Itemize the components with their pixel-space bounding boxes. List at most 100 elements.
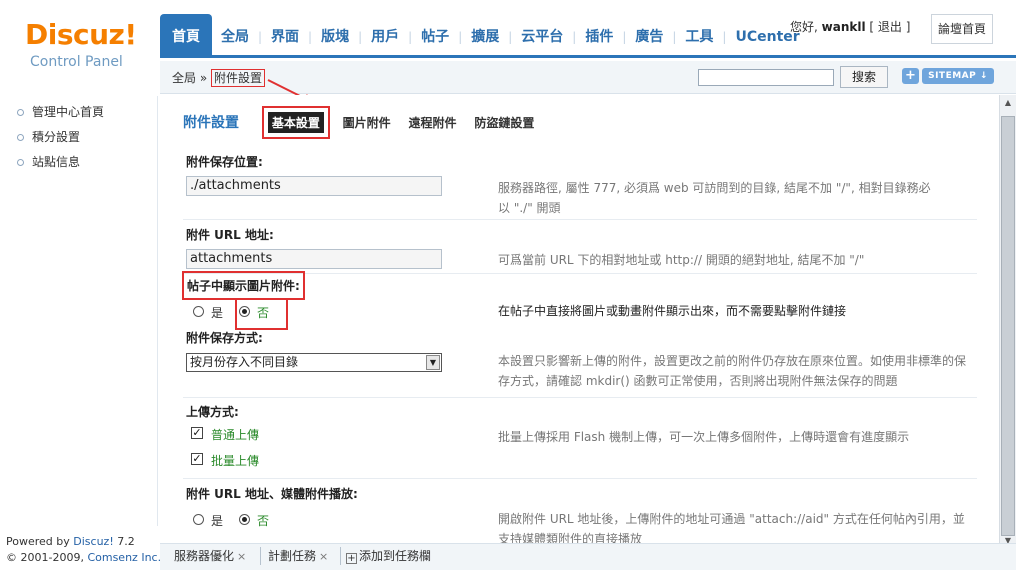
left-sidebar: 管理中心首頁 積分設置 站點信息 [0,96,158,526]
save-method-select[interactable]: 按月份存入不同目錄 ▼ [186,353,442,372]
subtab-anti-leech[interactable]: 防盜鏈設置 [474,114,534,131]
close-icon[interactable]: × [319,550,328,563]
desc-line: 本設置只影響新上傳的附件，設置更改之前的附件仍存放在原來位置。如使用非標準的保 [498,354,967,368]
sidebar-item-admin-home[interactable]: 管理中心首頁 [0,100,157,125]
add-to-taskbar[interactable]: + 添加到任務欄 [346,547,431,565]
task-separator [260,547,261,565]
breadcrumb-root[interactable]: 全局 [172,71,196,85]
url-description: 可爲當前 URL 下的相對地址或 http:// 開頭的絕對地址, 結尾不加 "… [498,253,865,267]
show-images-description: 在帖子中直接將圖片或動畫附件顯示出來，而不需要點擊附件鏈接 [498,304,847,318]
add-to-taskbar-label: 添加到任務欄 [359,549,432,563]
main-tabs: 首頁 全局 | 界面 | 版塊 | 用戶 | 帖子 | 擴展 | 云平台 | 插… [160,14,809,58]
username: wankll [821,20,866,34]
tab-home[interactable]: 首頁 [160,14,212,58]
show-images-no-radio[interactable] [239,306,250,317]
save-path-label: 附件保存位置: [186,155,263,169]
sitemap-button[interactable]: SITEMAP ↓ [922,68,994,84]
logo-subtitle: Control Panel [30,54,123,70]
scroll-thumb[interactable] [1001,116,1015,536]
breadcrumb-separator: » [199,71,208,85]
user-info: 您好, wankll [ 退出 ] [790,18,910,35]
sidebar-item-credits[interactable]: 積分設置 [0,125,157,150]
desc-line: 開啟附件 URL 地址後，上傳附件的地址可通過 "attach://aid" 方… [498,512,965,526]
subtab-basic-settings[interactable]: 基本設置 [261,106,330,139]
sidebar-item-label: 站點信息 [32,155,81,169]
show-images-yes-label: 是 [211,306,224,320]
save-method-value: 按月份存入不同目錄 [190,355,299,369]
tab-users[interactable]: 用戶 [362,14,408,58]
task-label: 計劃任務 [268,549,317,563]
logo-area: Discuz! Control Panel [0,0,158,88]
breadcrumb-current: 附件設置 [211,69,266,87]
save-path-description: 服務器路徑, 屬性 777, 必須爲 web 可訪問到的目錄, 結尾不加 "/"… [498,178,931,218]
logout-link[interactable]: [ 退出 ] [869,20,910,34]
task-item-server-optimize[interactable]: 服務器優化 × [174,547,246,565]
url-label: 附件 URL 地址: [186,228,274,242]
powered-link[interactable]: Discuz! [73,535,113,548]
copyright-prefix: © 2001-2009, [6,551,84,564]
sub-navigation: 附件設置 基本設置 圖片附件 遠程附件 防盜鏈設置 [183,106,548,139]
upload-method-label: 上傳方式: [186,405,239,419]
save-method-description: 本設置只影響新上傳的附件，設置更改之前的附件仍存放在原來位置。如使用非標準的保 … [498,351,966,391]
plus-icon[interactable]: + [902,68,919,84]
copyright-link[interactable]: Comsenz Inc. [87,551,161,564]
divider [183,219,977,220]
upload-method-description: 批量上傳採用 Flash 機制上傳，可一次上傳多個附件，上傳時還會有進度顯示 [498,430,910,444]
vertical-scrollbar[interactable]: ▲ ▼ [999,95,1016,549]
section-title: 附件設置 [183,115,239,131]
tab-extensions[interactable]: 擴展 [462,14,508,58]
bullet-icon [17,109,24,116]
task-label: 服務器優化 [174,549,235,563]
breadcrumb: 全局 » 附件設置 [172,69,266,87]
url-field[interactable]: attachments [186,249,442,269]
show-images-no-label: 否 [257,306,270,320]
footer-credits: Powered by Discuz! 7.2 © 2001-2009, Coms… [6,534,161,566]
show-images-yes-radio[interactable] [193,306,204,317]
forum-home-button[interactable]: 論壇首頁 [931,14,993,44]
normal-upload-checkbox[interactable]: ✓ [191,427,203,439]
powered-prefix: Powered by [6,535,70,548]
subtab-remote-attachments[interactable]: 遠程附件 [409,114,457,131]
close-icon[interactable]: × [237,550,246,563]
desc-line: 服務器路徑, 屬性 777, 必須爲 web 可訪問到的目錄, 結尾不加 "/"… [498,181,931,195]
media-play-description: 開啟附件 URL 地址後，上傳附件的地址可通過 "attach://aid" 方… [498,509,965,543]
sidebar-item-label: 積分設置 [32,130,81,144]
tab-posts[interactable]: 帖子 [412,14,458,58]
media-play-label: 附件 URL 地址、媒體附件播放: [186,487,358,501]
tab-forums[interactable]: 版塊 [312,14,358,58]
batch-upload-label: 批量上傳 [211,454,260,468]
subtab-image-attachments[interactable]: 圖片附件 [343,114,391,131]
search-input[interactable] [698,69,834,86]
version: 7.2 [117,535,135,548]
desc-line: 以 "./" 開頭 [498,201,561,215]
bullet-icon [17,134,24,141]
add-icon: + [346,553,357,564]
save-method-label: 附件保存方式: [186,331,263,345]
tab-global[interactable]: 全局 [212,14,258,58]
tab-plugins[interactable]: 插件 [576,14,622,58]
show-images-label: 帖子中顯示圖片附件: [182,271,305,300]
divider [183,478,977,479]
scroll-up-arrow-icon[interactable]: ▲ [1000,95,1016,111]
batch-upload-checkbox[interactable]: ✓ [191,453,203,465]
save-path-field[interactable]: ./attachments [186,176,442,196]
task-bar: 服務器優化 × 計劃任務 × + 添加到任務欄 [160,543,1016,570]
sidebar-item-site-info[interactable]: 站點信息 [0,150,157,175]
bullet-icon [17,159,24,166]
normal-upload-label: 普通上傳 [211,428,260,442]
media-play-yes-radio[interactable] [193,514,204,525]
media-play-yes-label: 是 [211,514,224,528]
tab-tools[interactable]: 工具 [676,14,722,58]
task-item-scheduled-tasks[interactable]: 計劃任務 × [268,547,328,565]
media-play-no-radio[interactable] [239,514,250,525]
dropdown-arrow-icon[interactable]: ▼ [426,355,440,370]
tab-cloud[interactable]: 云平台 [512,14,572,58]
desc-line: 支持媒體類附件的直接播放 [498,532,643,543]
tab-interface[interactable]: 界面 [262,14,308,58]
tab-ads[interactable]: 廣告 [626,14,672,58]
desc-line: 存方式，請確認 mkdir() 函數可正常使用，否則將出現附件無法保存的問題 [498,374,898,388]
search-button[interactable]: 搜索 [840,66,888,88]
sidebar-item-label: 管理中心首頁 [32,105,105,119]
discuz-logo[interactable]: Discuz! [25,18,137,51]
task-separator [340,547,341,565]
